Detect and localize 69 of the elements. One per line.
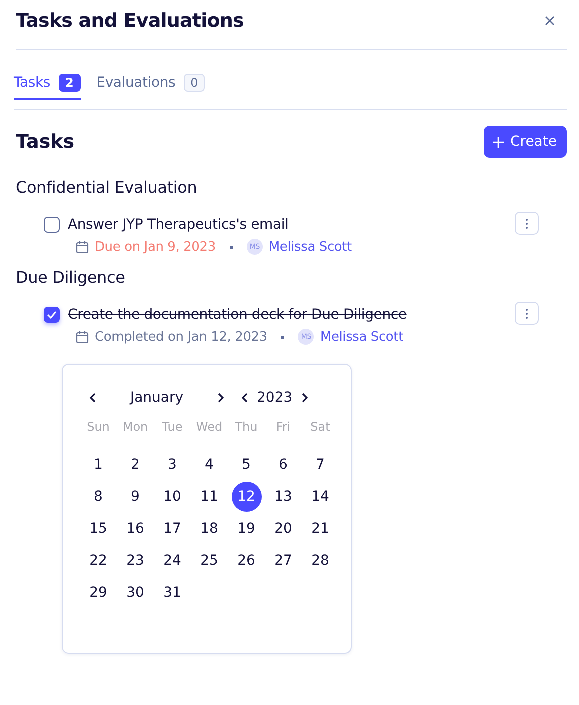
month-label: January: [128, 390, 185, 406]
weekday-label: Fri: [275, 421, 292, 436]
calendar-day[interactable]: 31: [158, 578, 188, 608]
calendar-day[interactable]: 30: [120, 578, 150, 608]
weekday-label: Sun: [86, 421, 111, 436]
calendar-day[interactable]: 20: [268, 514, 298, 544]
task-title: Create the documentation deck for Due Diligence: [68, 307, 407, 323]
calendar-day[interactable]: 10: [158, 482, 188, 512]
calendar-icon: [76, 330, 89, 344]
weekday-label: Tue: [161, 421, 184, 436]
calendar-day[interactable]: 24: [158, 546, 188, 576]
calendar-day[interactable]: 5: [232, 450, 262, 480]
calendar-day[interactable]: 11: [194, 482, 224, 512]
calendar-day[interactable]: 9: [120, 482, 150, 512]
task-checkbox[interactable]: [44, 307, 60, 323]
weekday-label: Thu: [234, 421, 259, 436]
create-button[interactable]: Create: [484, 126, 567, 158]
task-date: Completed on Jan 12, 2023: [95, 330, 268, 344]
calendar-day[interactable]: 8: [84, 482, 114, 512]
calendar-day[interactable]: 6: [268, 450, 298, 480]
calendar-day[interactable]: 18: [194, 514, 224, 544]
calendar-icon: [76, 240, 89, 254]
calendar-day[interactable]: 22: [84, 546, 114, 576]
calendar-day[interactable]: 2: [120, 450, 150, 480]
tab-label: Evaluations: [96, 75, 176, 91]
tab-label: Tasks: [14, 75, 51, 91]
plus-icon: [493, 136, 504, 148]
group-heading: Confidential Evaluation: [16, 178, 198, 199]
calendar-day[interactable]: 25: [194, 546, 224, 576]
calendar-day[interactable]: 1: [84, 450, 114, 480]
calendar-day[interactable]: 19: [232, 514, 262, 544]
tab[interactable]: Tasks 2: [14, 76, 81, 100]
task-title: Answer JYP Therapeutics's email: [68, 217, 289, 233]
assignee-name[interactable]: Melissa Scott: [268, 240, 352, 254]
calendar-day[interactable]: 23: [120, 546, 150, 576]
close-button[interactable]: [545, 16, 555, 26]
tab[interactable]: Evaluations 0: [96, 76, 206, 100]
calendar-day[interactable]: 17: [158, 514, 188, 544]
calendar-day[interactable]: 29: [84, 578, 114, 608]
task-date: Due on Jan 9, 2023: [95, 240, 216, 254]
count-badge: 2: [58, 74, 81, 92]
task-checkbox[interactable]: [44, 217, 60, 233]
count-badge: 0: [184, 74, 206, 92]
chevron-left-icon: [241, 393, 249, 403]
close-icon: [545, 16, 555, 26]
calendar-day[interactable]: 21: [306, 514, 336, 544]
calendar-day[interactable]: 4: [194, 450, 224, 480]
chevron-left-icon: [89, 393, 97, 403]
calendar-day[interactable]: 27: [268, 546, 298, 576]
calendar-day[interactable]: 16: [120, 514, 150, 544]
chevron-right-icon: [300, 393, 309, 403]
calendar-day[interactable]: 15: [84, 514, 114, 544]
calendar-day[interactable]: 13: [268, 482, 298, 512]
section-heading: Tasks: [16, 131, 75, 153]
calendar-day[interactable]: 12: [232, 482, 262, 512]
calendar-day[interactable]: 28: [306, 546, 336, 576]
calendar-day[interactable]: 3: [158, 450, 188, 480]
checkmark-icon: [47, 311, 57, 319]
panel-title: Tasks and Evaluations: [16, 10, 244, 32]
calendar-day[interactable]: 26: [232, 546, 262, 576]
year-label: 2023: [257, 390, 293, 406]
weekday-label: Sat: [310, 421, 332, 436]
calendar-day[interactable]: 14: [306, 482, 336, 512]
weekday-label: Mon: [122, 421, 150, 436]
assignee-name[interactable]: Melissa Scott: [320, 330, 404, 344]
group-heading: Due Diligence: [16, 268, 126, 289]
chevron-right-icon: [217, 393, 225, 403]
weekday-label: Wed: [195, 421, 224, 436]
calendar-day[interactable]: 7: [306, 450, 336, 480]
